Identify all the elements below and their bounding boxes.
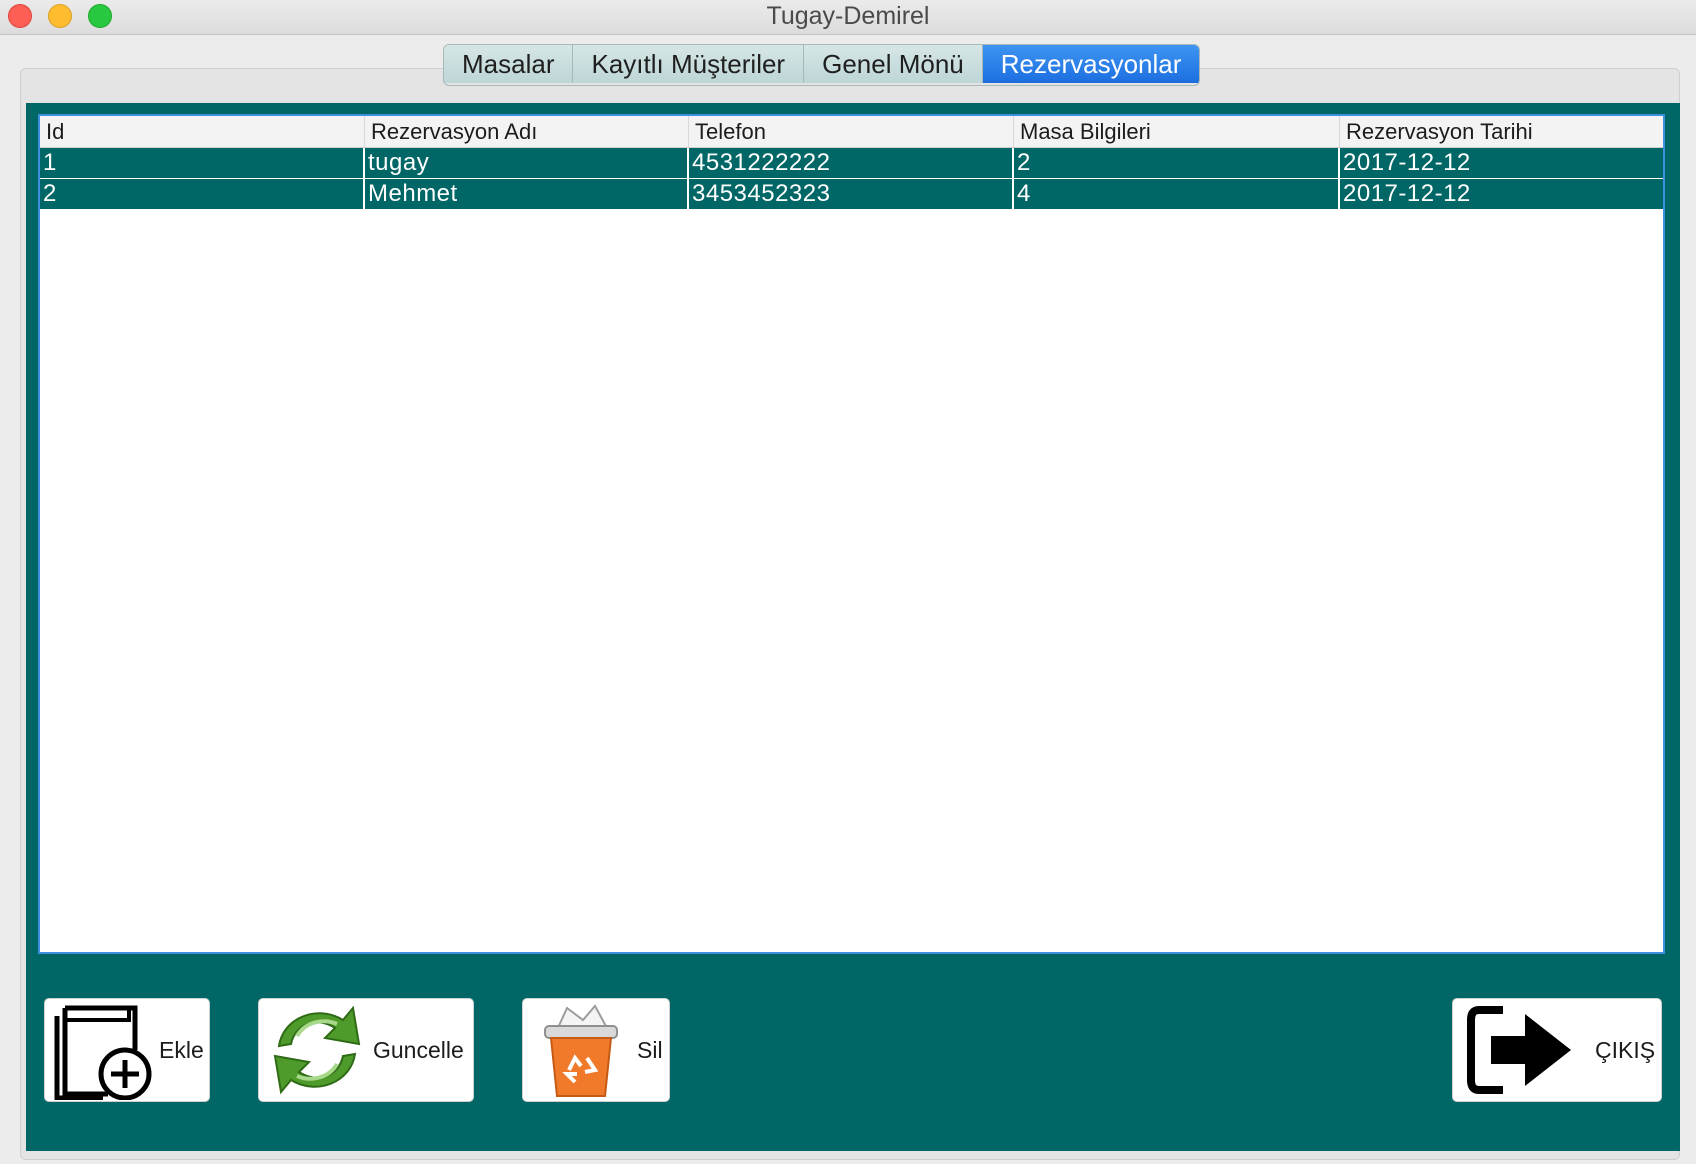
- table-cell-id[interactable]: 2: [40, 179, 365, 209]
- exit-button-label: ÇIKIŞ: [1595, 1036, 1656, 1063]
- tab-masalar[interactable]: Masalar: [444, 45, 574, 83]
- table-cell-reservation-name[interactable]: Mehmet: [365, 179, 689, 209]
- column-header-table-info[interactable]: Masa Bilgileri: [1014, 116, 1340, 147]
- column-header-id[interactable]: Id: [40, 116, 365, 147]
- table-row[interactable]: 1 tugay 4531222222 2 2017-12-12: [40, 148, 1663, 179]
- table-cell-id[interactable]: 1: [40, 148, 365, 178]
- tab-bar: Masalar Kayıtlı Müşteriler Genel Mönü Re…: [443, 44, 1201, 86]
- table-cell-phone[interactable]: 4531222222: [689, 148, 1014, 178]
- tab-kayitli-musteriler[interactable]: Kayıtlı Müşteriler: [573, 45, 805, 83]
- exit-arrow-icon: [1467, 1006, 1571, 1094]
- update-button-label: Guncelle: [373, 1036, 464, 1063]
- refresh-arrows-icon: [273, 1005, 361, 1095]
- delete-button[interactable]: Sil: [522, 998, 670, 1102]
- reservations-table[interactable]: Id Rezervasyon Adı Telefon Masa Bilgiler…: [38, 114, 1665, 954]
- table-row[interactable]: 2 Mehmet 3453452323 4 2017-12-12: [40, 179, 1663, 210]
- table-cell-table-info[interactable]: 4: [1014, 179, 1340, 209]
- recycle-bin-icon: [544, 1004, 618, 1097]
- table-header: Id Rezervasyon Adı Telefon Masa Bilgiler…: [40, 116, 1663, 148]
- delete-button-label: Sil: [637, 1036, 663, 1063]
- add-button[interactable]: Ekle: [44, 998, 210, 1102]
- table-cell-reservation-date[interactable]: 2017-12-12: [1340, 148, 1663, 178]
- new-document-plus-icon: [54, 1005, 152, 1100]
- tab-rezervasyonlar[interactable]: Rezervasyonlar: [982, 45, 1200, 83]
- exit-button[interactable]: ÇIKIŞ: [1452, 998, 1662, 1102]
- table-cell-reservation-name[interactable]: tugay: [365, 148, 689, 178]
- add-button-label: Ekle: [159, 1036, 204, 1063]
- table-cell-table-info[interactable]: 2: [1014, 148, 1340, 178]
- column-header-phone[interactable]: Telefon: [689, 116, 1014, 147]
- window-titlebar: Tugay-Demirel: [0, 0, 1696, 35]
- update-button[interactable]: Guncelle: [258, 998, 474, 1102]
- tab-genel-menu[interactable]: Genel Mönü: [804, 45, 983, 83]
- window-title: Tugay-Demirel: [766, 2, 930, 30]
- table-cell-reservation-date[interactable]: 2017-12-12: [1340, 179, 1663, 209]
- column-header-reservation-name[interactable]: Rezervasyon Adı: [365, 116, 689, 147]
- table-cell-phone[interactable]: 3453452323: [689, 179, 1014, 209]
- column-header-reservation-date[interactable]: Rezervasyon Tarihi: [1340, 116, 1663, 147]
